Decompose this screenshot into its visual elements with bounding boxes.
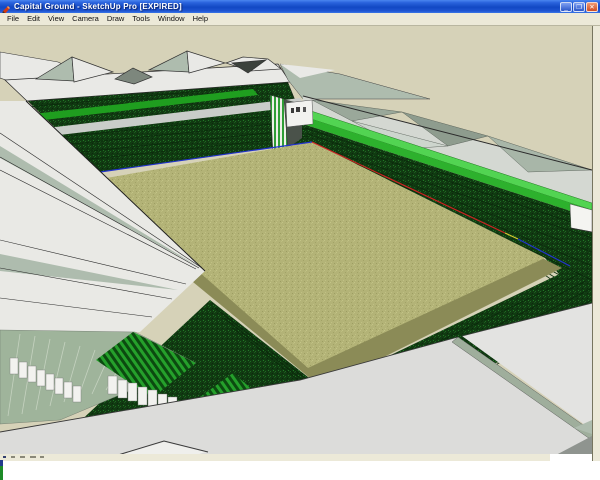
menu-bar: File Edit View Camera Draw Tools Window … [0,13,600,26]
titlebar[interactable]: Capital Ground - SketchUp Pro [EXPIRED] … [0,0,600,13]
status-speck [40,456,44,458]
bottom-area [0,461,600,480]
menu-help[interactable]: Help [189,13,212,25]
3d-viewport[interactable] [0,26,592,454]
window-controls: _ ❐ ✕ [560,2,600,12]
window-right-margin [592,26,600,461]
status-speck [30,456,36,458]
minimize-button[interactable]: _ [560,2,572,12]
status-speck [11,456,15,458]
menu-edit[interactable]: Edit [23,13,44,25]
menu-camera[interactable]: Camera [68,13,103,25]
window-title: Capital Ground - SketchUp Pro [EXPIRED] [14,0,182,13]
menu-window[interactable]: Window [154,13,189,25]
menu-draw[interactable]: Draw [103,13,129,25]
stadium-model[interactable] [0,26,592,454]
cropped-ui-sliver [0,460,3,480]
close-button[interactable]: ✕ [586,2,598,12]
east-corner-sign-box [286,100,313,127]
bottom-area-right [550,454,592,461]
menu-file[interactable]: File [3,13,23,25]
status-speck [20,456,25,458]
sketchup-window: Capital Ground - SketchUp Pro [EXPIRED] … [0,0,600,480]
status-bar [0,454,550,461]
menu-view[interactable]: View [44,13,68,25]
restore-button[interactable]: ❐ [573,2,585,12]
status-speck [3,456,6,458]
sketchup-app-icon [2,2,11,11]
menu-tools[interactable]: Tools [128,13,154,25]
